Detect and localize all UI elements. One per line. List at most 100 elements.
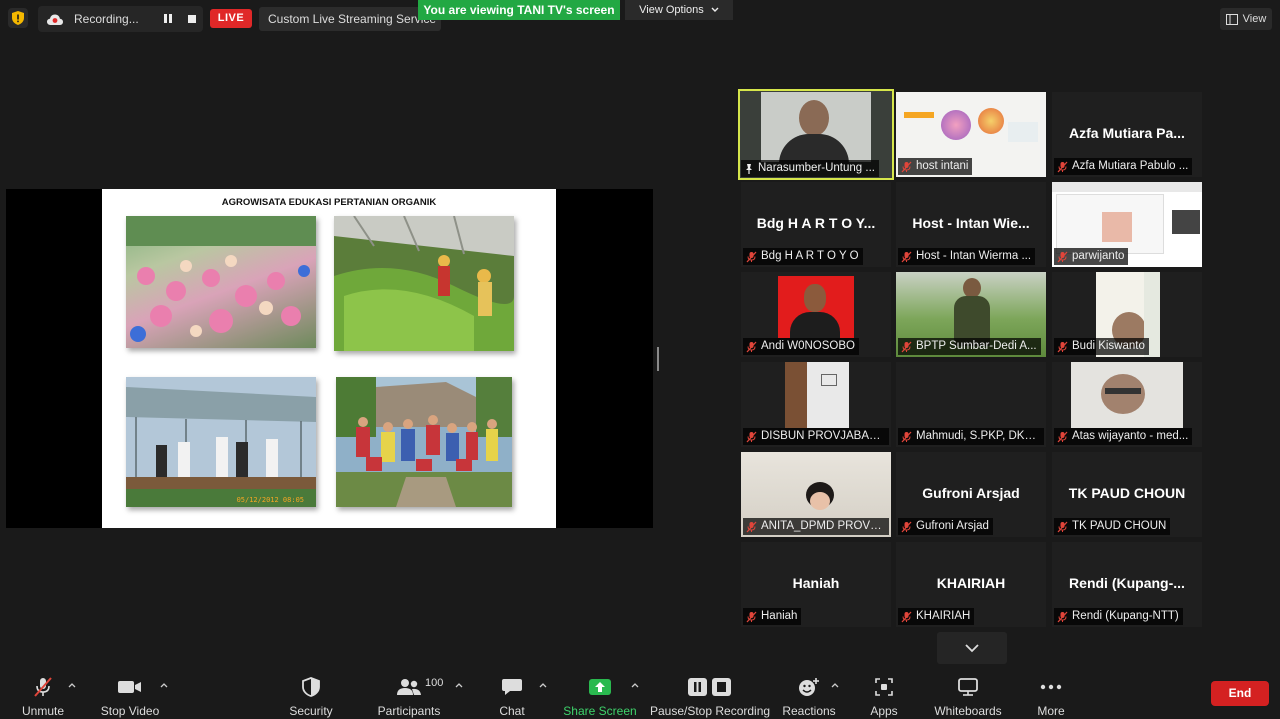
more-button[interactable]: More	[1030, 666, 1072, 719]
security-button[interactable]: Security	[282, 666, 340, 719]
participant-video	[796, 482, 846, 522]
participant-name: KHAIRIAH	[916, 610, 971, 622]
slide-photo-greenhouse-vegetables	[334, 216, 514, 351]
chat-label: Chat	[499, 704, 525, 718]
participant-name: Host - Intan Wierma ...	[916, 250, 1032, 262]
share-screen-label: Share Screen	[563, 704, 637, 718]
participant-name: Andi W0NOSOBO	[761, 340, 855, 352]
participant-name-label: BPTP Sumbar-Dedi A...	[898, 338, 1041, 355]
meeting-toolbar: Unmute Stop Video Security Participants …	[0, 666, 1280, 719]
view-button-label: View	[1242, 13, 1267, 25]
participant-name-label: host intani	[898, 158, 973, 175]
gallery-next-page-button[interactable]	[937, 632, 1007, 664]
participant-tile[interactable]: ANITA_DPMD PROVSU	[741, 452, 891, 537]
participant-name: Mahmudi, S.PKP, DKP...	[916, 430, 1040, 442]
participant-tile[interactable]: Budi Kiswanto	[1052, 272, 1202, 357]
participant-name: Rendi (Kupang-NTT)	[1072, 610, 1179, 622]
chat-options-caret[interactable]	[538, 680, 548, 690]
share-screen-button[interactable]: Share Screen	[563, 666, 637, 719]
audio-options-caret[interactable]	[67, 680, 77, 690]
participant-name: Azfa Mutiara Pabulo ...	[1072, 160, 1189, 172]
participants-button[interactable]: Participants	[374, 666, 444, 719]
chat-button[interactable]: Chat	[488, 666, 536, 719]
participant-name: host intani	[916, 160, 969, 172]
participant-name-large: Gufroni Arsjad	[922, 485, 1020, 501]
participant-tile[interactable]: Host - Intan Wie... Host - Intan Wierma .…	[896, 182, 1046, 267]
split-view-divider[interactable]	[657, 347, 659, 371]
microphone-muted-icon	[1057, 521, 1068, 533]
streaming-service-label[interactable]: Custom Live Streaming Service	[259, 7, 441, 31]
participant-tile[interactable]: TK PAUD CHOUN TK PAUD CHOUN	[1052, 452, 1202, 537]
reactions-label: Reactions	[782, 704, 836, 718]
participant-tile[interactable]: BPTP Sumbar-Dedi A...	[896, 272, 1046, 357]
apps-icon	[875, 678, 893, 696]
participant-tile[interactable]: DISBUN PROVJABAR ...	[741, 362, 891, 447]
microphone-muted-icon	[1057, 431, 1068, 443]
stop-recording-icon[interactable]	[188, 15, 196, 23]
participant-tile[interactable]: Azfa Mutiara Pa... Azfa Mutiara Pabulo ..…	[1052, 92, 1202, 177]
participant-name-large: Bdg H A R T O Y...	[756, 215, 876, 231]
participant-video	[761, 92, 871, 164]
participant-tile[interactable]: Atas wijayanto - med...	[1052, 362, 1202, 447]
microphone-muted-icon	[901, 431, 912, 443]
participant-name-label: Narasumber-Untung ...	[741, 160, 879, 177]
presentation-slide: AGROWISATA EDUKASI PERTANIAN ORGANIK 05/…	[102, 189, 556, 528]
microphone-muted-icon	[746, 611, 757, 623]
participants-options-caret[interactable]	[454, 680, 464, 690]
microphone-muted-icon	[901, 611, 912, 623]
participant-name-label: Gufroni Arsjad	[898, 518, 993, 535]
participant-tile[interactable]: Narasumber-Untung ...	[738, 89, 894, 180]
view-options-label: View Options	[639, 4, 704, 16]
participant-name: DISBUN PROVJABAR ...	[761, 430, 885, 442]
whiteboards-button[interactable]: Whiteboards	[930, 666, 1006, 719]
video-options-caret[interactable]	[159, 680, 169, 690]
unmute-button[interactable]: Unmute	[14, 666, 72, 719]
participant-video	[1071, 362, 1183, 428]
participant-tile[interactable]: Mahmudi, S.PKP, DKP...	[896, 362, 1046, 447]
pause-recording-icon[interactable]	[162, 13, 174, 25]
pin-icon	[744, 163, 754, 175]
reactions-button[interactable]: Reactions	[782, 666, 836, 719]
view-options-button[interactable]: View Options	[625, 0, 733, 20]
view-button[interactable]: View	[1220, 8, 1272, 30]
microphone-muted-icon	[1057, 341, 1068, 353]
chevron-up-icon	[160, 683, 168, 688]
participant-name: TK PAUD CHOUN	[1072, 520, 1167, 532]
pause-stop-recording-button[interactable]: Pause/Stop Recording	[650, 666, 770, 719]
apps-button[interactable]: Apps	[862, 666, 906, 719]
participant-name-label: parwijanto	[1054, 248, 1129, 265]
participant-video	[785, 362, 849, 428]
microphone-muted-icon	[746, 431, 757, 443]
share-options-caret[interactable]	[630, 680, 640, 690]
participant-tile[interactable]: host intani	[896, 92, 1046, 177]
participant-tile[interactable]: Rendi (Kupang-... Rendi (Kupang-NTT)	[1052, 542, 1202, 627]
participant-name-label: Budi Kiswanto	[1054, 338, 1149, 355]
participants-label: Participants	[377, 704, 441, 718]
participant-tile[interactable]: parwijanto	[1052, 182, 1202, 267]
participant-name-large: Rendi (Kupang-...	[1069, 575, 1185, 591]
microphone-muted-icon	[746, 521, 757, 533]
microphone-muted-icon	[746, 251, 757, 263]
security-shield-icon[interactable]	[8, 8, 28, 28]
participant-tile[interactable]: Bdg H A R T O Y... Bdg H A R T O Y O	[741, 182, 891, 267]
stop-video-button[interactable]: Stop Video	[95, 666, 165, 719]
participant-tile[interactable]: KHAIRIAH KHAIRIAH	[896, 542, 1046, 627]
participant-name: Gufroni Arsjad	[916, 520, 989, 532]
participant-tile[interactable]: Haniah Haniah	[741, 542, 891, 627]
reactions-options-caret[interactable]	[830, 680, 840, 690]
participant-tile[interactable]: Gufroni Arsjad Gufroni Arsjad	[896, 452, 1046, 537]
live-badge[interactable]: LIVE	[210, 9, 252, 28]
chevron-down-icon	[711, 7, 719, 12]
participant-name-label: Mahmudi, S.PKP, DKP...	[898, 428, 1044, 445]
recording-indicator[interactable]: Recording...	[38, 6, 203, 32]
participant-tile[interactable]: Andi W0NOSOBO	[741, 272, 891, 357]
chevron-down-icon	[965, 643, 979, 652]
microphone-muted-icon	[34, 677, 52, 697]
video-camera-icon	[118, 681, 141, 693]
end-meeting-button[interactable]: End	[1211, 681, 1269, 706]
chat-bubble-icon	[502, 679, 522, 695]
participant-name-large: Haniah	[792, 575, 840, 591]
slide-photo-children-classroom	[126, 216, 316, 348]
microphone-muted-icon	[746, 341, 757, 353]
microphone-muted-icon	[901, 251, 912, 263]
